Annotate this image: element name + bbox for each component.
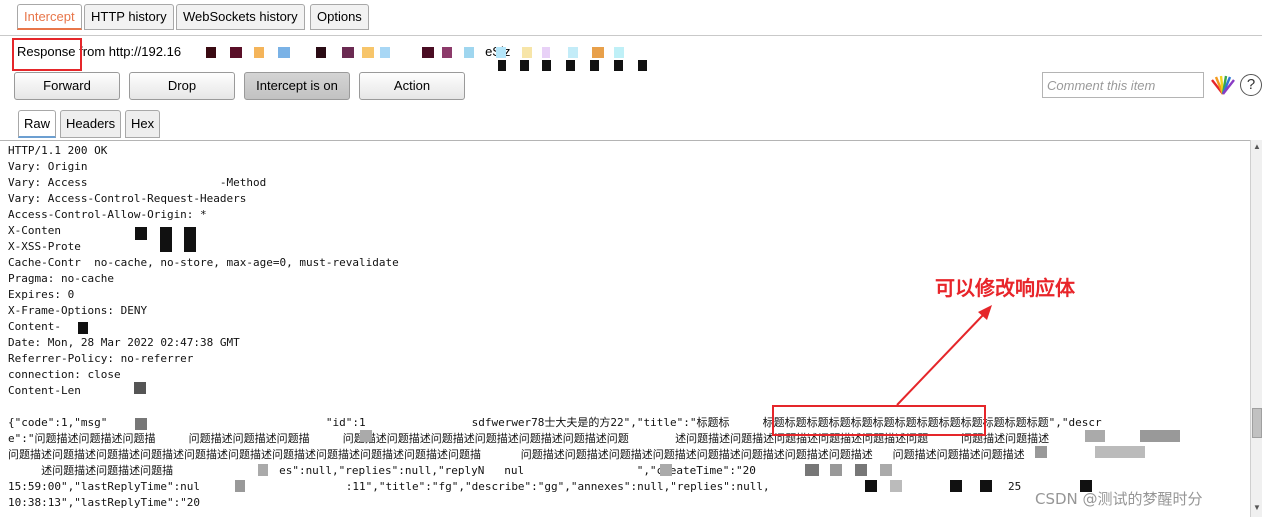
response-line: Pragma: no-cache (8, 272, 114, 285)
response-line: Access-Control-Allow-Origin: * (8, 208, 207, 221)
response-line: X-Conten (8, 224, 61, 237)
response-line: HTTP/1.1 200 OK (8, 144, 108, 157)
response-line: connection: close (8, 368, 121, 381)
forward-button[interactable]: Forward (14, 72, 120, 100)
response-highlight-box (12, 38, 82, 71)
response-line: Content- (8, 320, 61, 333)
response-line: 述问题描述问题描述问题描 es":null,"replies":null,"re… (8, 464, 756, 477)
intercept-toggle-button[interactable]: Intercept is on (244, 72, 350, 100)
scroll-down-icon[interactable]: ▼ (1252, 503, 1262, 515)
response-text[interactable]: HTTP/1.1 200 OK Vary: Origin Vary: Acces… (8, 143, 1243, 511)
tab-websockets-history[interactable]: WebSockets history (176, 4, 305, 30)
response-line: X-Frame-Options: DENY (8, 304, 148, 317)
response-line: 10:38:13","lastReplyTime":"20 (8, 496, 201, 509)
drop-button[interactable]: Drop (129, 72, 235, 100)
help-icon[interactable]: ? (1240, 74, 1262, 96)
response-editor[interactable]: HTTP/1.1 200 OK Vary: Origin Vary: Acces… (0, 140, 1262, 517)
tab-hex[interactable]: Hex (125, 110, 161, 138)
comment-input[interactable] (1042, 72, 1204, 98)
response-line: Expires: 0 (8, 288, 75, 301)
scroll-thumb[interactable] (1252, 408, 1262, 438)
response-line: X-XSS-Prote (8, 240, 81, 253)
response-line: Content-Len (8, 384, 81, 397)
response-line: 问题描述问题描述问题描述问题描述问题描述问题描述问题描述问题描述问题描述问题描述… (8, 448, 1025, 461)
tab-intercept[interactable]: Intercept (17, 4, 82, 30)
response-line: Cache-Contr no-cache, no-store, max-age=… (8, 256, 399, 269)
editor-scrollbar[interactable]: ▲ ▼ (1250, 140, 1262, 517)
response-line: Vary: Access -Method (8, 176, 267, 189)
response-line: Vary: Access-Control-Request-Headers (8, 192, 247, 205)
response-line: Referrer-Policy: no-referrer (8, 352, 194, 365)
highlight-color-icon[interactable] (1210, 74, 1236, 96)
response-line: Date: Mon, 28 Mar 2022 02:47:38 GMT (8, 336, 240, 349)
top-tab-bar: Intercept HTTP history WebSockets histor… (0, 0, 1262, 36)
scroll-up-icon[interactable]: ▲ (1252, 142, 1262, 154)
watermark: CSDN @测试的梦醒时分 (1035, 490, 1203, 508)
response-line: Vary: Origin (8, 160, 88, 173)
redacted-region-2 (490, 60, 660, 72)
response-url: from http://192.16 (75, 44, 182, 59)
action-button[interactable]: Action (359, 72, 465, 100)
tab-headers[interactable]: Headers (60, 110, 122, 138)
tab-raw[interactable]: Raw (18, 110, 57, 138)
title-highlight-box (772, 405, 986, 436)
tab-http-history[interactable]: HTTP history (84, 4, 174, 30)
tab-options[interactable]: Options (310, 4, 369, 30)
annotation-text: 可以修改响应体 (935, 276, 1075, 300)
